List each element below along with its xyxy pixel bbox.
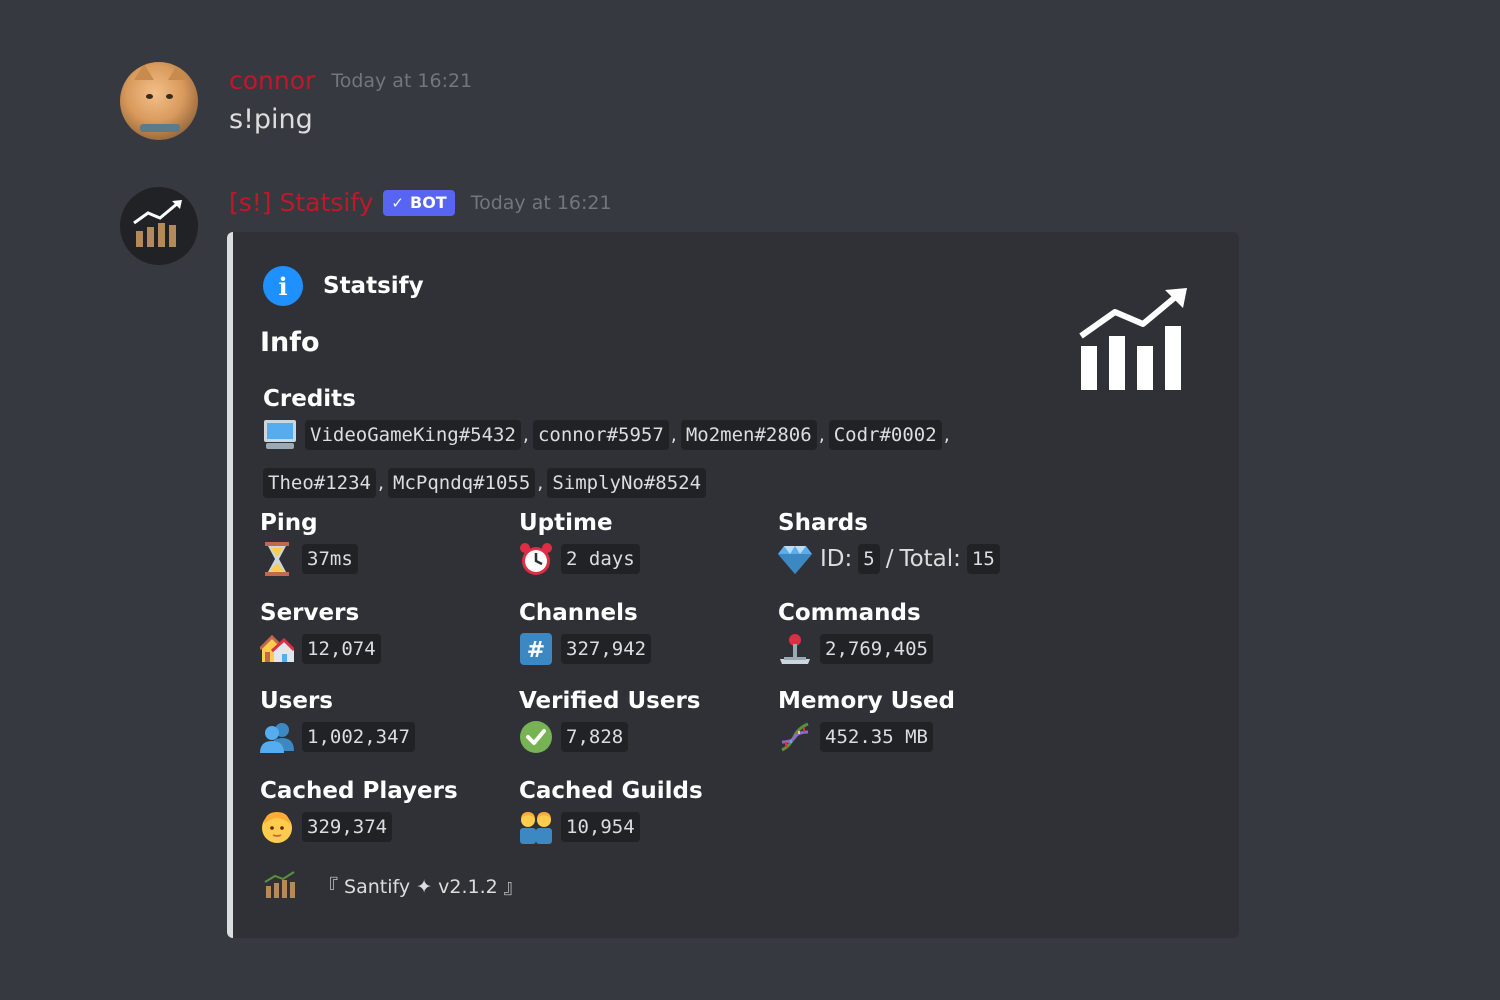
field-servers: Servers 12,074 <box>260 600 381 666</box>
field-name: Cached Guilds <box>519 778 703 804</box>
field-name: Verified Users <box>519 688 701 714</box>
stats-chart-icon <box>133 200 182 247</box>
shard-slash: / <box>885 546 894 572</box>
field-value: 7,828 <box>561 722 629 752</box>
field-memory: Memory Used 452.35 MB <box>778 688 955 754</box>
timestamp: Today at 16:21 <box>470 191 612 214</box>
separator: , <box>522 424 529 446</box>
message-content: s!ping <box>229 104 313 135</box>
footer-text: 『 Santify ✦ v2.1.2 』 <box>319 875 523 898</box>
bot-badge-label: BOT <box>410 193 447 212</box>
message-header: [s!] Statsify ✓ BOT Today at 16:21 <box>229 188 612 217</box>
chart-thumbnail-icon[interactable] <box>1077 288 1189 392</box>
field-name: Users <box>260 688 333 714</box>
credit-user: SimplyNo#8524 <box>547 468 707 498</box>
field-credits: Credits VideoGameKing#5432, connor#5957,… <box>263 386 1023 498</box>
person-icon <box>260 810 294 844</box>
houses-icon <box>260 632 294 666</box>
field-uptime: Uptime 2 days <box>519 510 640 576</box>
credit-user: Mo2men#2806 <box>680 420 817 450</box>
field-channels: Channels # 327,942 <box>519 600 652 666</box>
check-icon: ✓ <box>391 193 404 212</box>
username[interactable]: connor <box>229 66 315 95</box>
dna-icon <box>778 720 812 754</box>
alarm-clock-icon <box>519 542 553 576</box>
shard-id-value: 5 <box>858 544 880 574</box>
joystick-icon <box>778 632 812 666</box>
field-cached-guilds: Cached Guilds 10,954 <box>519 778 703 844</box>
field-value: 2,769,405 <box>820 634 933 664</box>
field-commands: Commands 2,769,405 <box>778 600 933 666</box>
field-name: Channels <box>519 600 638 626</box>
field-name: Ping <box>260 510 318 536</box>
message-header: connor Today at 16:21 <box>229 66 472 95</box>
people-icon <box>519 810 553 844</box>
hash-icon: # <box>519 632 553 666</box>
embed-title: Info <box>260 327 320 358</box>
shard-id-label: ID: <box>820 546 853 572</box>
credit-user: Theo#1234 <box>263 468 376 498</box>
bot-avatar[interactable] <box>120 187 198 265</box>
field-value: 327,942 <box>561 634 652 664</box>
field-shards: Shards ID: 5 / Total: 15 <box>778 510 1000 576</box>
field-verified-users: Verified Users 7,828 <box>519 688 700 754</box>
field-name: Cached Players <box>260 778 458 804</box>
hourglass-icon <box>260 542 294 576</box>
timestamp: Today at 16:21 <box>331 69 473 92</box>
separator: , <box>670 424 677 446</box>
embed-footer: 『 Santify ✦ v2.1.2 』 <box>263 870 523 900</box>
field-name: Memory Used <box>778 688 956 714</box>
field-value: 452.35 MB <box>820 722 933 752</box>
info-icon: i <box>263 266 303 306</box>
field-value: 329,374 <box>302 812 393 842</box>
field-users: Users 1,002,347 <box>260 688 415 754</box>
credit-user: VideoGameKing#5432 <box>305 420 521 450</box>
field-cached-players: Cached Players 329,374 <box>260 778 458 844</box>
footer-chart-icon <box>264 871 295 898</box>
embed-author-name: Statsify <box>323 273 424 299</box>
user-avatar[interactable] <box>120 62 198 140</box>
field-name: Credits <box>263 386 356 412</box>
shard-total-label: Total: <box>899 546 961 572</box>
field-value: 12,074 <box>302 634 381 664</box>
field-name: Shards <box>778 510 868 536</box>
credit-user: connor#5957 <box>532 420 669 450</box>
field-name: Uptime <box>519 510 613 536</box>
field-value: 37ms <box>302 544 358 574</box>
computer-icon <box>263 418 297 452</box>
separator: , <box>537 472 544 494</box>
field-value: 2 days <box>561 544 640 574</box>
shard-total-value: 15 <box>966 544 1000 574</box>
credit-user: Codr#0002 <box>828 420 942 450</box>
embed: i Statsify Info Credits VideoGameKing#54… <box>227 232 1239 938</box>
username[interactable]: [s!] Statsify <box>229 188 373 217</box>
bot-badge: ✓ BOT <box>383 189 455 216</box>
embed-author: i Statsify <box>263 266 424 306</box>
svg-text:#: # <box>527 638 545 663</box>
field-ping: Ping 37ms <box>260 510 358 576</box>
check-mark-icon <box>519 720 553 754</box>
separator: , <box>377 472 384 494</box>
credit-user: McPqndq#1055 <box>388 468 536 498</box>
users-icon <box>260 720 294 754</box>
diamond-icon <box>778 542 812 576</box>
field-value: 10,954 <box>561 812 640 842</box>
separator: , <box>818 424 825 446</box>
field-name: Commands <box>778 600 921 626</box>
field-name: Servers <box>260 600 360 626</box>
field-value: 1,002,347 <box>302 722 415 752</box>
separator: , <box>943 424 950 446</box>
